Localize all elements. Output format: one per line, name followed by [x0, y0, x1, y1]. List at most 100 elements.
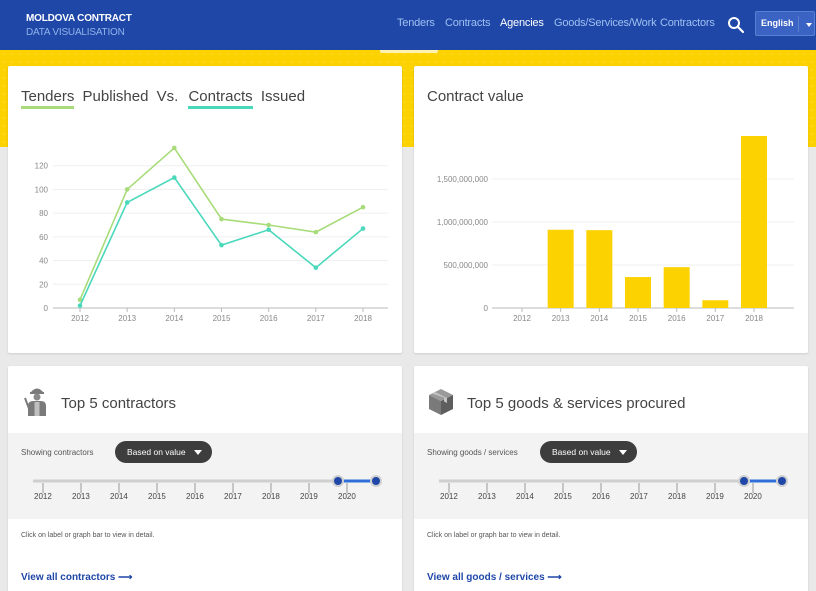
slider-year-label[interactable]: 2016: [592, 492, 610, 501]
tenders-point: [124, 187, 130, 192]
nav-agencies[interactable]: Agencies: [500, 17, 544, 29]
x-tick-label: 2016: [668, 314, 686, 323]
contracts-point: [172, 175, 177, 180]
tenders-point: [219, 216, 224, 222]
title-issued: Issued: [260, 88, 306, 105]
y-tick-label: 20: [39, 280, 48, 289]
slider-year-label[interactable]: 2015: [148, 492, 166, 501]
band-notch: [380, 50, 438, 53]
language-select[interactable]: English: [755, 11, 815, 36]
y-tick-label: 100: [35, 185, 49, 194]
top-goods-services-title: Top 5 goods & services procured: [467, 395, 686, 412]
x-tick-label: 2015: [213, 314, 231, 323]
x-tick-label: 2018: [354, 314, 372, 323]
top-goods-services-card: Top 5 goods & services procured Showing …: [414, 366, 808, 591]
slider-year-label[interactable]: 2013: [478, 492, 496, 501]
value-bar: [625, 277, 651, 308]
contractors-sort-dropdown[interactable]: Based on value: [115, 441, 212, 463]
box-icon: [429, 389, 453, 415]
slider-year-label[interactable]: 2012: [440, 492, 458, 501]
x-tick-label: 2017: [706, 314, 724, 323]
y-tick-label: 120: [35, 162, 49, 171]
x-tick-label: 2018: [745, 314, 763, 323]
contractors-hint: Click on label or graph bar to view in d…: [21, 532, 155, 539]
contracts-point: [77, 303, 83, 308]
top-contractors-card: Top 5 contractors Showing contractors Ba…: [8, 366, 402, 591]
contracts-point: [124, 200, 130, 205]
contracts-series-line: [79, 176, 364, 306]
chevron-down-icon: [194, 450, 202, 455]
contractors-filter-bar: Showing contractors Based on value 2012 …: [8, 433, 402, 519]
title-tenders[interactable]: Tenders: [21, 88, 75, 109]
contractors-filter-label: Showing contractors: [21, 448, 94, 457]
value-bar: [663, 267, 690, 308]
worker-icon: [24, 388, 46, 416]
slider-year-label[interactable]: 2013: [72, 492, 90, 501]
slider-year-label[interactable]: 2017: [630, 492, 648, 501]
y-tick-label: 0: [484, 304, 489, 313]
y-tick-label: 1,000,000,000: [437, 218, 489, 227]
value-bar: [547, 229, 574, 308]
title-published: Published: [82, 88, 149, 105]
top-contractors-title: Top 5 contractors: [61, 395, 177, 412]
x-tick-label: 2014: [590, 314, 608, 323]
contracts-point: [313, 265, 319, 270]
x-tick-label: 2012: [513, 314, 531, 323]
contractors-dropdown-value: Based on value: [127, 447, 186, 457]
x-tick-label: 2016: [260, 314, 278, 323]
contractors-year-slider[interactable]: 2012 2013 2014 2015 2016 2017 2018 2019 …: [8, 469, 402, 509]
slider-year-label[interactable]: 2019: [300, 492, 318, 501]
nav-contractors[interactable]: Contractors: [660, 17, 715, 29]
goods-dropdown-value: Based on value: [552, 447, 611, 457]
chevron-down-icon: [806, 23, 812, 27]
value-bar: [741, 136, 767, 308]
chevron-down-icon: [619, 450, 627, 455]
slider-year-label[interactable]: 2014: [516, 492, 534, 501]
slider-year-label[interactable]: 2015: [554, 492, 572, 501]
view-all-goods-services-link[interactable]: View all goods / services ⟶: [427, 572, 562, 583]
title-contracts[interactable]: Contracts: [188, 88, 253, 109]
slider-handle-end[interactable]: [776, 475, 788, 487]
top-navigation-bar: MOLDOVA CONTRACT DATA VISUALISATION Tend…: [0, 0, 816, 50]
tenders-vs-contracts-card: Tenders Published Vs. Contracts Issued 0…: [8, 66, 402, 353]
title-vs: Vs.: [156, 88, 179, 105]
y-tick-label: 40: [39, 257, 48, 266]
contracts-point: [266, 227, 271, 233]
contract-value-card: Contract value 0 500,000,000 1,000,000,000…: [414, 66, 808, 353]
nav-contracts[interactable]: Contracts: [445, 17, 490, 29]
y-tick-label: 60: [39, 233, 48, 242]
y-tick-label: 80: [39, 209, 48, 218]
slider-year-label[interactable]: 2017: [224, 492, 242, 501]
goods-year-slider[interactable]: 2012 2013 2014 2015 2016 2017 2018 2019 …: [414, 469, 808, 509]
contracts-point: [219, 242, 224, 248]
slider-year-label[interactable]: 2012: [34, 492, 52, 501]
slider-handle-end[interactable]: [370, 475, 382, 487]
nav-tenders[interactable]: Tenders: [397, 17, 435, 29]
tenders-point: [172, 145, 177, 151]
y-tick-label: 500,000,000: [444, 261, 489, 270]
value-bar: [586, 230, 613, 308]
x-tick-label: 2017: [307, 314, 325, 323]
slider-year-label[interactable]: 2014: [110, 492, 128, 501]
view-all-contractors-link[interactable]: View all contractors ⟶: [21, 572, 132, 583]
x-tick-label: 2013: [552, 314, 570, 323]
nav-goods-services-work[interactable]: Goods/Services/Work: [554, 17, 657, 29]
search-icon[interactable]: [727, 16, 745, 34]
goods-hint: Click on label or graph bar to view in d…: [427, 532, 561, 539]
contracts-point: [360, 226, 366, 231]
y-tick-label: 0: [44, 304, 49, 313]
slider-year-label[interactable]: 2018: [668, 492, 686, 501]
x-tick-label: 2012: [71, 314, 89, 323]
slider-handle-start[interactable]: [738, 475, 750, 487]
language-label: English: [761, 18, 794, 28]
slider-year-label[interactable]: 2020: [744, 492, 762, 501]
slider-year-label[interactable]: 2019: [706, 492, 724, 501]
x-tick-label: 2014: [165, 314, 183, 323]
contract-value-title: Contract value: [427, 88, 524, 105]
tenders-point: [266, 222, 271, 228]
slider-year-label[interactable]: 2020: [338, 492, 356, 501]
goods-sort-dropdown[interactable]: Based on value: [540, 441, 637, 463]
slider-handle-start[interactable]: [332, 475, 344, 487]
slider-year-label[interactable]: 2016: [186, 492, 204, 501]
slider-year-label[interactable]: 2018: [262, 492, 280, 501]
